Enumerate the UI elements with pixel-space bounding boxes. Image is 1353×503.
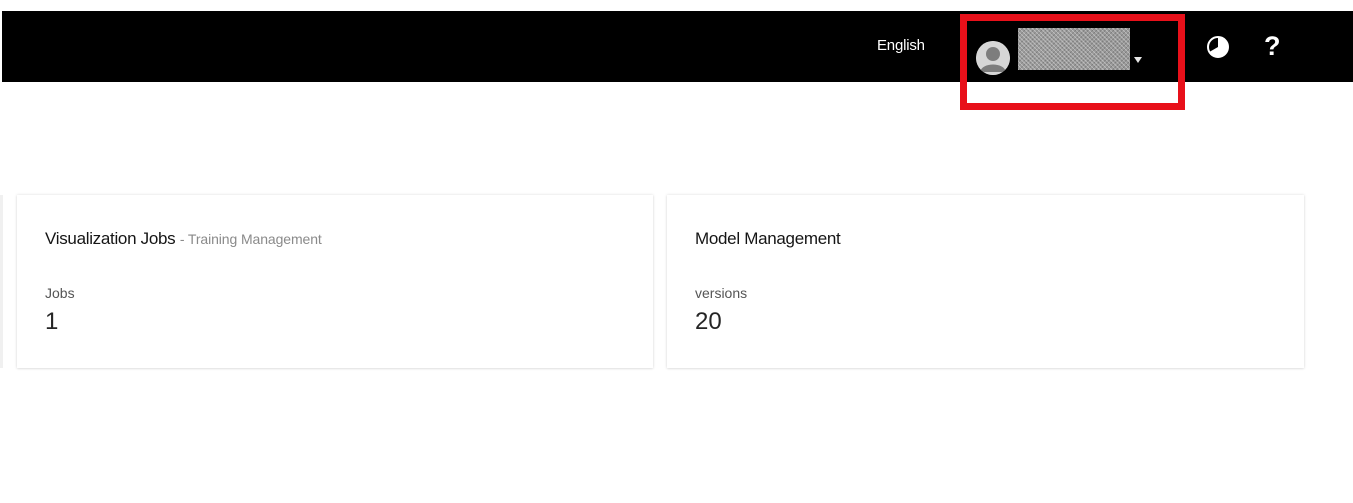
metric-value: 20: [695, 308, 722, 335]
caret-down-icon[interactable]: [1134, 57, 1142, 63]
partial-card-edge: [0, 195, 3, 368]
card-title-text: Model Management: [695, 229, 841, 248]
model-management-card[interactable]: Model Management versions 20: [667, 195, 1304, 368]
metric-label: versions: [695, 285, 748, 301]
card-title: Model Management: [695, 229, 841, 249]
user-avatar-icon[interactable]: [976, 41, 1010, 75]
contrast-icon[interactable]: [1206, 35, 1230, 59]
username-redacted[interactable]: [1018, 28, 1130, 70]
card-title: Visualization Jobs - Training Management: [45, 229, 322, 249]
help-icon[interactable]: ?: [1264, 30, 1281, 62]
card-subtitle: - Training Management: [179, 231, 322, 247]
language-selector[interactable]: English: [877, 37, 925, 54]
top-navigation-bar: [2, 11, 1353, 82]
metric-value: 1: [45, 308, 59, 335]
card-title-text: Visualization Jobs: [45, 229, 176, 248]
metric-label: Jobs: [45, 285, 75, 301]
visualization-jobs-card[interactable]: Visualization Jobs - Training Management…: [17, 195, 653, 368]
